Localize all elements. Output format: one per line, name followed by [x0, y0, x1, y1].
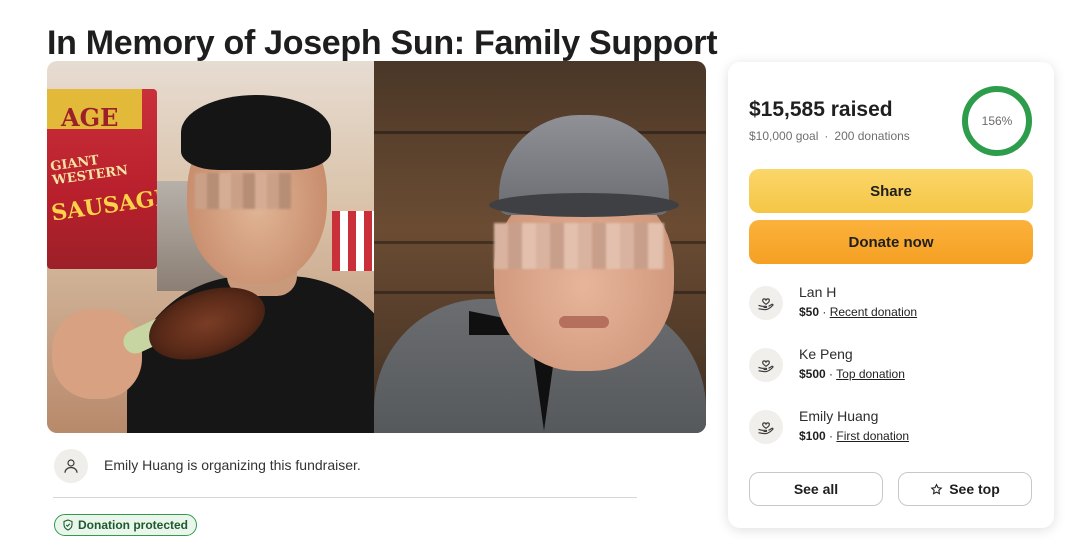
donor-avatar: [749, 286, 783, 320]
photo-left-panel: AGE GIANT WESTERN SAUSAGE: [47, 61, 374, 433]
page-title: In Memory of Joseph Sun: Family Support: [47, 23, 718, 62]
heart-hand-icon: [758, 422, 774, 435]
fundraiser-photo[interactable]: AGE GIANT WESTERN SAUSAGE: [47, 61, 706, 433]
heart-hand-icon: [758, 298, 774, 311]
see-top-button[interactable]: See top: [898, 472, 1032, 506]
cap-brim: [489, 193, 679, 217]
progress-percent: 156%: [981, 114, 1013, 128]
donor-name: Ke Peng: [799, 346, 853, 362]
donor-tag-link[interactable]: Recent donation: [830, 305, 917, 319]
organizer-avatar[interactable]: [54, 449, 88, 483]
see-all-button[interactable]: See all: [749, 472, 883, 506]
donor-avatar: [749, 410, 783, 444]
donor-name: Emily Huang: [799, 408, 879, 424]
photo-right-panel: [374, 61, 706, 433]
heart-hand-icon: [758, 360, 774, 373]
star-icon: [930, 482, 943, 495]
badge-label: Donation protected: [78, 518, 188, 532]
user-icon: [64, 459, 78, 473]
donor-detail: $100 · First donation: [799, 429, 910, 443]
donate-now-button[interactable]: Donate now: [749, 220, 1033, 264]
donor-amount: $100: [799, 429, 826, 443]
donor-item: Emily Huang $100 · First donation: [749, 408, 1039, 458]
donor-amount: $50: [799, 305, 820, 319]
donor-name: Lan H: [799, 284, 837, 300]
section-divider: [53, 497, 637, 498]
donor-tag-link[interactable]: First donation: [836, 429, 909, 443]
donor-item: Lan H $50 · Recent donation: [749, 284, 1039, 334]
person-hair: [181, 95, 331, 170]
donation-count: 200 donations: [834, 129, 910, 143]
person-mouth: [559, 316, 609, 328]
sign-text-age: AGE: [61, 103, 119, 132]
donor-detail: $500 · Top donation: [799, 367, 905, 381]
amount-raised: $15,585 raised: [749, 98, 893, 121]
donor-detail: $50 · Recent donation: [799, 305, 918, 319]
donation-protected-badge[interactable]: Donation protected: [54, 514, 197, 536]
donor-item: Ke Peng $500 · Top donation: [749, 346, 1039, 396]
person-hand: [52, 309, 142, 399]
goal-summary: $10,000 goal · 200 donations: [749, 129, 910, 143]
shield-check-icon: [63, 519, 73, 531]
donor-avatar: [749, 348, 783, 382]
share-button[interactable]: Share: [749, 169, 1033, 213]
see-all-label: See all: [793, 481, 839, 497]
see-top-label: See top: [949, 481, 1000, 497]
face-blur: [494, 223, 664, 269]
striped-awning: [332, 211, 374, 271]
fundraiser-page: In Memory of Joseph Sun: Family Support …: [0, 0, 1080, 543]
face-blur: [195, 173, 291, 209]
donation-card: $15,585 raised $10,000 goal · 200 donation…: [728, 62, 1054, 528]
organizer-text: Emily Huang is organizing this fundraise…: [104, 457, 361, 473]
goal-amount: $10,000 goal: [749, 129, 819, 143]
donor-tag-link[interactable]: Top donation: [836, 367, 905, 381]
donor-amount: $500: [799, 367, 826, 381]
